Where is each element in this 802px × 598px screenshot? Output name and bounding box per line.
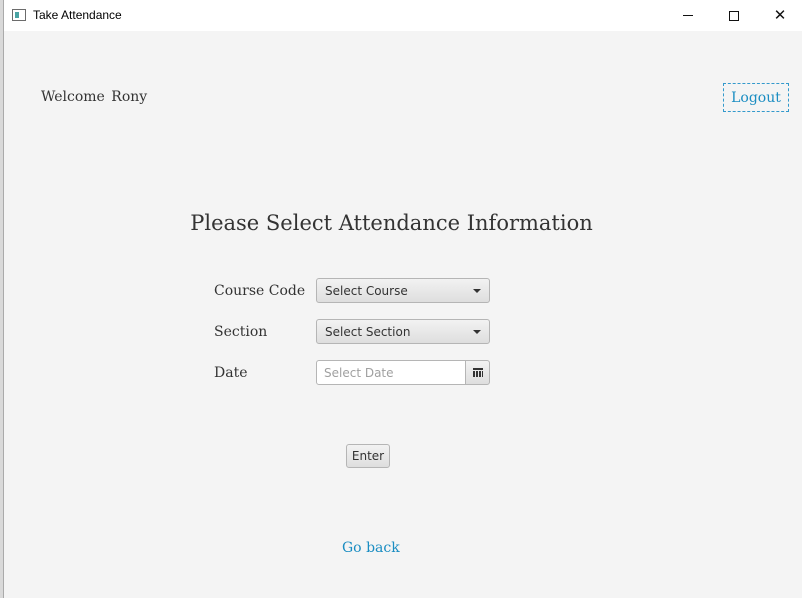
section-select-value: Select Section (325, 325, 411, 339)
close-icon: ✕ (773, 6, 787, 24)
maximize-icon (729, 10, 739, 21)
section-label: Section (214, 324, 268, 340)
window-title: Take Attendance (33, 8, 122, 22)
app-icon (12, 9, 26, 21)
title-bar[interactable]: Take Attendance ✕ (4, 0, 802, 31)
enter-button[interactable]: Enter (346, 444, 390, 468)
section-select[interactable]: Select Section (316, 319, 490, 344)
course-code-label: Course Code (214, 283, 306, 299)
chevron-down-icon (473, 289, 481, 293)
course-select[interactable]: Select Course (316, 278, 490, 303)
logout-link[interactable]: Logout (723, 83, 789, 112)
take-attendance-window: Take Attendance ✕ Welcome Rony Logout Pl… (3, 0, 802, 598)
date-picker-button[interactable] (465, 360, 490, 385)
maximize-button[interactable] (711, 0, 757, 31)
date-input[interactable] (316, 360, 466, 385)
minimize-icon (683, 15, 693, 16)
go-back-link[interactable]: Go back (342, 540, 400, 556)
date-label: Date (214, 365, 248, 381)
close-button[interactable]: ✕ (757, 0, 802, 31)
calendar-icon (473, 368, 483, 377)
chevron-down-icon (473, 330, 481, 334)
page-title: Please Select Attendance Information (190, 211, 593, 235)
welcome-text: Welcome Rony (41, 89, 148, 105)
minimize-button[interactable] (665, 0, 711, 31)
course-select-value: Select Course (325, 284, 408, 298)
